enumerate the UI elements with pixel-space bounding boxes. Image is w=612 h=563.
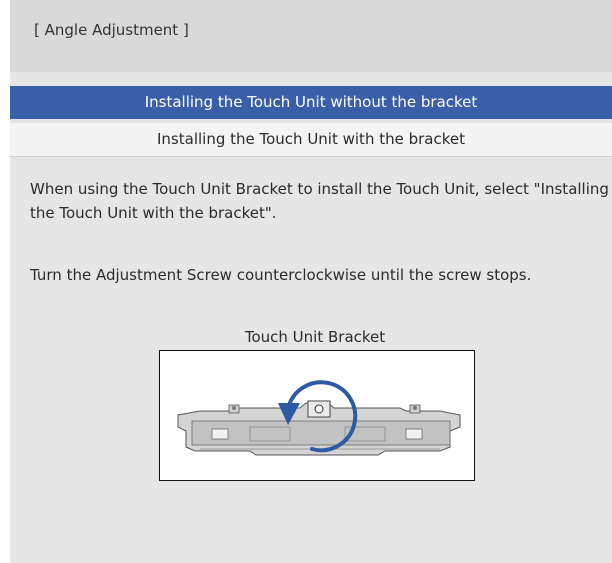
description-turn-screw: Turn the Adjustment Screw counterclockwi… xyxy=(30,266,532,284)
header-bar: [ Angle Adjustment ] xyxy=(10,0,612,72)
option-without-bracket[interactable]: Installing the Touch Unit without the br… xyxy=(10,86,612,119)
bracket-illustration-svg xyxy=(177,380,461,456)
page-title: [ Angle Adjustment ] xyxy=(34,21,189,39)
divider xyxy=(10,156,612,157)
description-bracket-usage: When using the Touch Unit Bracket to ins… xyxy=(30,180,609,222)
angle-adjustment-panel: [ Angle Adjustment ] Installing the Touc… xyxy=(10,0,612,563)
option-with-bracket[interactable]: Installing the Touch Unit with the brack… xyxy=(10,123,612,156)
image-caption: Touch Unit Bracket xyxy=(244,328,386,346)
touch-unit-bracket-illustration xyxy=(159,350,475,481)
